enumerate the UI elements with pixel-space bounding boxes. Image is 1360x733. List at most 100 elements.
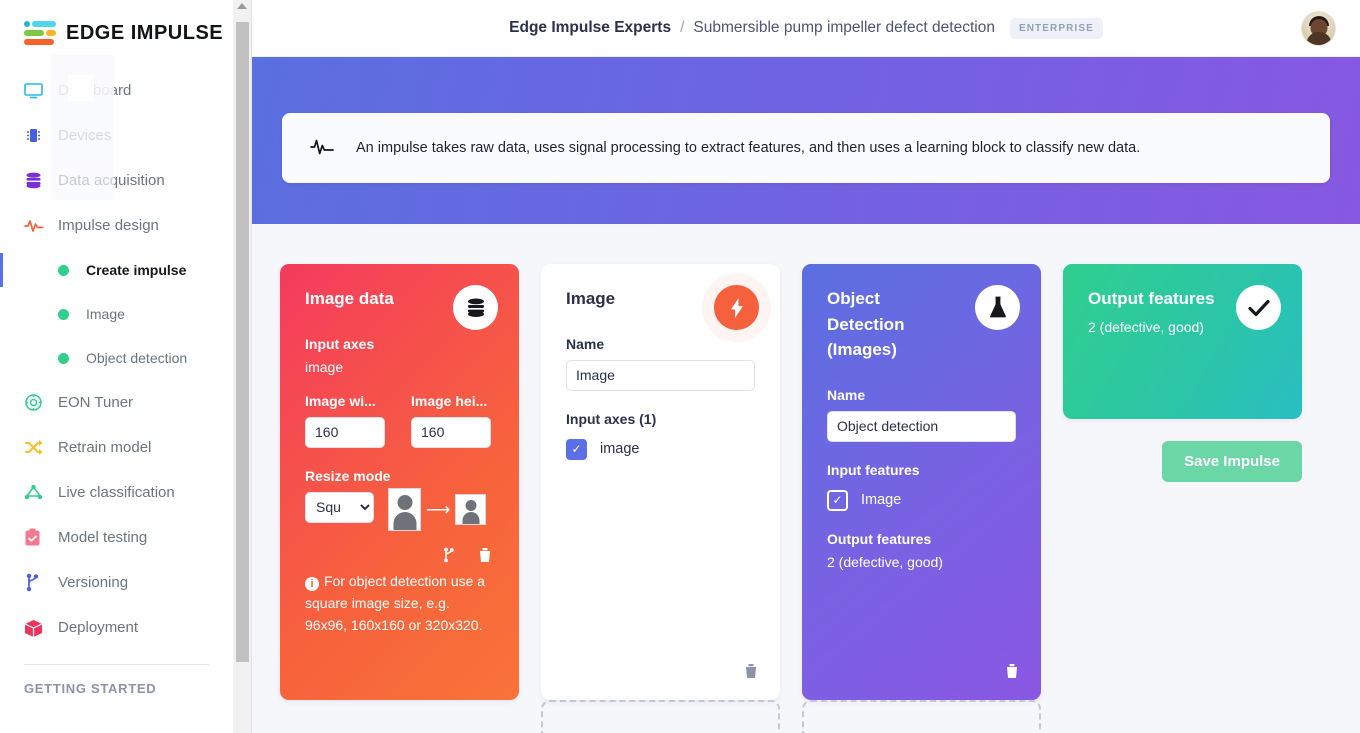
brand-logo[interactable]: EDGE IMPULSE <box>0 0 233 46</box>
input-features-label: Input features <box>827 461 920 478</box>
placeholder-spacer <box>280 700 519 733</box>
learning-name-input[interactable] <box>827 410 1016 442</box>
top-bar: Edge Impulse Experts / Submersible pump … <box>252 0 1360 57</box>
scroll-up-arrow-icon[interactable] <box>237 3 247 9</box>
lightning-icon <box>714 285 759 330</box>
trash-icon[interactable] <box>478 547 492 566</box>
learning-block-column: Object Detection (Images) Name Input fea… <box>802 264 1041 700</box>
output-features-title: Output features <box>1088 289 1215 308</box>
image-dimension-fields: Image wi... Image hei... <box>305 393 494 448</box>
input-block-column: Image data Input axes image Image wi... … <box>280 264 519 700</box>
trash-icon[interactable] <box>1005 663 1019 682</box>
sidebar-item-label: Deployment <box>58 619 139 636</box>
resize-mode-select[interactable]: Squ <box>305 491 374 523</box>
portrait-placeholder-icon <box>388 487 421 531</box>
resize-mode-row: Squ ⟶ <box>305 484 494 531</box>
output-features-card: Output features 2 (defective, good) <box>1063 264 1302 419</box>
sidebar-item-label: Devices <box>58 127 112 144</box>
processing-axis-row[interactable]: ✓ image <box>566 438 755 460</box>
brand-name: EDGE IMPULSE <box>66 21 224 44</box>
processing-block-card: Image Name Input axes (1) ✓ image <box>541 264 780 700</box>
scrollbar-thumb[interactable] <box>236 22 249 662</box>
sidebar-item-image[interactable]: Image <box>0 292 233 336</box>
impulse-banner: An impulse takes raw data, uses signal p… <box>252 57 1360 224</box>
sidebar-item-label: Dashboard <box>58 82 132 99</box>
info-icon: i <box>305 576 319 591</box>
sidebar-item-label: Create impulse <box>86 262 187 278</box>
image-height-input[interactable] <box>411 416 491 448</box>
pulse-icon <box>310 138 334 159</box>
save-impulse-button[interactable]: Save Impulse <box>1162 441 1302 482</box>
add-learning-block-placeholder[interactable] <box>802 700 1041 733</box>
sidebar-item-object-detection[interactable]: Object detection <box>0 336 233 380</box>
box-icon <box>24 619 58 637</box>
avatar[interactable] <box>1301 11 1336 46</box>
save-impulse-row: Save Impulse <box>1063 441 1302 482</box>
sidebar-item-model-testing[interactable]: Model testing <box>0 515 233 560</box>
learning-output-features-value: 2 (defective, good) <box>827 553 943 570</box>
clipboard-check-icon <box>24 528 58 547</box>
breadcrumb-owner[interactable]: Edge Impulse Experts <box>509 19 671 37</box>
add-block-placeholders <box>280 700 1302 733</box>
sidebar-item-devices[interactable]: Devices <box>0 113 233 158</box>
sidebar-item-label: Object detection <box>86 350 188 366</box>
impulse-notice: An impulse takes raw data, uses signal p… <box>282 113 1330 183</box>
impulse-board: Image data Input axes image Image wi... … <box>252 224 1360 700</box>
sidebar-item-label: Versioning <box>58 574 129 591</box>
input-feature-row[interactable]: ✓ Image <box>827 489 1016 511</box>
main-content: Edge Impulse Experts / Submersible pump … <box>252 0 1360 733</box>
pulse-icon <box>24 218 58 233</box>
sidebar-item-label: Impulse design <box>58 217 159 234</box>
checkbox-image-feature[interactable]: ✓ <box>827 489 848 511</box>
input-block-title: Image data <box>305 289 394 308</box>
edge-impulse-logo-icon <box>24 20 56 46</box>
avatar-body <box>1306 32 1331 45</box>
image-width-input[interactable] <box>305 416 385 448</box>
image-width-field: Image wi... <box>305 393 385 448</box>
sidebar-item-deployment[interactable]: Deployment <box>0 605 233 650</box>
sidebar-item-label: Image <box>86 306 125 322</box>
output-block-column: Output features 2 (defective, good) Save… <box>1063 264 1302 482</box>
chip-icon <box>24 127 58 144</box>
processing-block-title: Image <box>566 289 616 308</box>
sidebar-item-retrain-model[interactable]: Retrain model <box>0 425 233 470</box>
green-dot-icon <box>58 352 86 364</box>
checkbox-image-axis[interactable]: ✓ <box>566 438 587 460</box>
app-root: EDGE IMPULSE Dashboard Devices Data acqu <box>0 0 1360 733</box>
sidebar-item-create-impulse[interactable]: Create impulse <box>0 248 233 292</box>
sidebar-item-impulse-design[interactable]: Impulse design <box>0 203 233 248</box>
tuner-icon <box>24 393 58 412</box>
processing-name-input[interactable] <box>566 359 755 391</box>
sidebar-item-data-acquisition[interactable]: Data acquisition <box>0 158 233 203</box>
sidebar-item-dashboard[interactable]: Dashboard <box>0 68 233 113</box>
input-block-hint-text: For object detection use a square image … <box>305 572 486 634</box>
sidebar-item-eon-tuner[interactable]: EON Tuner <box>0 380 233 425</box>
processing-block-column: Image Name Input axes (1) ✓ image <box>541 264 780 700</box>
network-icon <box>24 484 58 501</box>
learning-name-label: Name <box>827 386 866 403</box>
breadcrumb-project[interactable]: Submersible pump impeller defect detecti… <box>693 19 995 37</box>
shuffle-icon <box>24 439 58 456</box>
breadcrumb: Edge Impulse Experts / Submersible pump … <box>509 17 1103 39</box>
branch-icon[interactable] <box>442 547 456 566</box>
sidebar-nav: Dashboard Devices Data acquisition Impul… <box>0 68 233 696</box>
sidebar-item-versioning[interactable]: Versioning <box>0 560 233 605</box>
trash-icon[interactable] <box>744 663 758 682</box>
sidebar-section-getting-started: GETTING STARTED <box>24 681 157 696</box>
resize-mode-label: Resize mode <box>305 467 391 484</box>
branch-icon <box>24 573 58 592</box>
resize-preview: ⟶ <box>388 487 487 531</box>
green-dot-icon <box>58 308 86 320</box>
add-processing-block-placeholder[interactable] <box>541 700 780 733</box>
learning-output-features-label: Output features <box>827 530 932 547</box>
input-axes-value: image <box>305 358 344 375</box>
green-dot-icon <box>58 264 86 276</box>
breadcrumb-separator: / <box>680 19 685 36</box>
processing-axes-label: Input axes (1) <box>566 410 657 427</box>
input-block-hint: i For object detection use a square image… <box>305 570 494 637</box>
sidebar-item-live-classification[interactable]: Live classification <box>0 470 233 515</box>
sidebar: EDGE IMPULSE Dashboard Devices Data acqu <box>0 0 233 733</box>
image-width-label: Image wi... <box>305 392 376 409</box>
impulse-notice-text: An impulse takes raw data, uses signal p… <box>356 140 1141 156</box>
page-scrollbar[interactable] <box>233 0 252 733</box>
